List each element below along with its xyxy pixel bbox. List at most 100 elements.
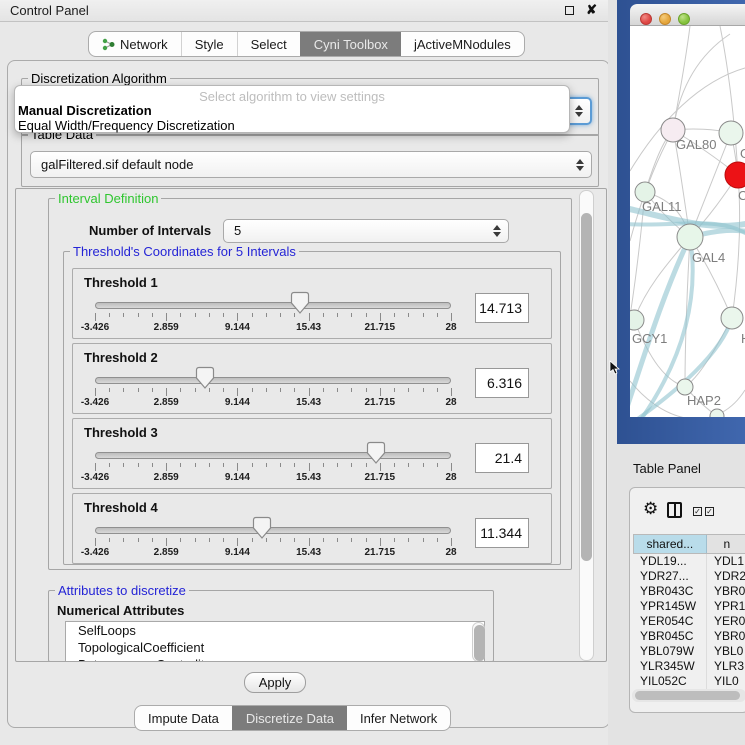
algorithm-dropdown-popup: Select algorithm to view settings Manual…: [14, 85, 570, 133]
close-traffic-light-icon[interactable]: [640, 13, 652, 25]
network-node-selected-red-node[interactable]: [725, 162, 745, 188]
minimize-traffic-light-icon[interactable]: [659, 13, 671, 25]
num-intervals-value: 5: [234, 223, 241, 238]
panel-vertical-scrollbar[interactable]: [579, 190, 594, 661]
table-row[interactable]: YPR145WYPR1: [633, 599, 745, 614]
close-icon[interactable]: ✘: [586, 2, 597, 18]
attribute-list-item[interactable]: SelfLoops: [66, 622, 484, 639]
network-edge[interactable]: [673, 26, 690, 130]
table-data-combo[interactable]: galFiltered.sif default node: [30, 151, 592, 178]
table-panel-title: Table Panel: [633, 461, 701, 476]
table-column-header[interactable]: n: [707, 535, 745, 553]
slider-tick: [408, 388, 409, 392]
slider-tick: [237, 313, 238, 321]
slider-track[interactable]: [95, 377, 451, 384]
table-column-header[interactable]: shared...: [634, 535, 707, 553]
slider-thumb[interactable]: [252, 516, 272, 540]
network-node-node-top-right[interactable]: [719, 121, 743, 145]
table-row[interactable]: YIL052CYIL0: [633, 674, 745, 689]
split-columns-icon[interactable]: [667, 502, 682, 518]
attribute-list-item[interactable]: BetweennessCentrality: [66, 656, 484, 662]
threshold-value-input[interactable]: [475, 293, 529, 323]
zoom-traffic-light-icon[interactable]: [678, 13, 690, 25]
slider-tick-label: 15.43: [279, 397, 339, 408]
slider-tick: [380, 388, 381, 396]
attributes-group-label: Attributes to discretize: [55, 583, 189, 598]
slider-tick-label: 21.715: [350, 547, 410, 558]
tab-impute-data[interactable]: Impute Data: [135, 706, 232, 730]
tab-discretize-data[interactable]: Discretize Data: [232, 706, 347, 730]
slider-thumb[interactable]: [290, 291, 310, 315]
combo-stepper-icon: [493, 225, 501, 237]
table-horizontal-scrollbar[interactable]: [632, 689, 745, 702]
network-node-gal4[interactable]: [677, 224, 703, 250]
table-row[interactable]: YBL079WYBL0: [633, 644, 745, 659]
network-node-gcy1[interactable]: [630, 310, 644, 330]
slider-tick: [351, 388, 352, 392]
network-edge[interactable]: [720, 26, 738, 175]
threshold-label: Threshold 1: [84, 275, 158, 290]
slider-tick-label: 15.43: [279, 322, 339, 333]
num-intervals-label: Number of Intervals: [89, 223, 211, 238]
slider-tick: [109, 388, 110, 392]
algorithm-option[interactable]: Equal Width/Frequency Discretization: [15, 118, 569, 133]
slider-tick: [366, 538, 367, 542]
slider-tick: [351, 463, 352, 467]
table-row[interactable]: YER054CYER0: [633, 614, 745, 629]
float-window-icon[interactable]: [565, 6, 574, 15]
thresholds-group: Threshold's Coordinates for 5 Intervals …: [63, 251, 561, 565]
tab-jactivemnodules[interactable]: jActiveMNodules: [401, 32, 524, 56]
slider-tick-label: 28: [421, 472, 481, 483]
table-row[interactable]: YBR043CYBR0: [633, 584, 745, 599]
threshold-value-input[interactable]: [475, 518, 529, 548]
checkbox-icon[interactable]: ✓: [693, 507, 702, 516]
checkbox-icon[interactable]: ✓: [705, 507, 714, 516]
threshold-value-input[interactable]: [475, 443, 529, 473]
slider-tick: [451, 388, 452, 396]
slider-track[interactable]: [95, 527, 451, 534]
slider-tick: [309, 388, 310, 396]
network-window-titlebar[interactable]: [630, 4, 745, 26]
slider-tick: [437, 463, 438, 467]
num-intervals-combo[interactable]: 5: [223, 219, 509, 243]
slider-tick: [252, 463, 253, 467]
slider-thumb[interactable]: [366, 441, 386, 465]
interval-definition-group-label: Interval Definition: [55, 191, 161, 206]
network-node-node-right-mid[interactable]: [721, 307, 743, 329]
slider-tick: [123, 313, 124, 317]
numerical-attributes-list[interactable]: SelfLoopsTopologicalCoefficientBetweenne…: [65, 621, 485, 662]
combo-stepper-icon: [576, 159, 584, 171]
tab-select[interactable]: Select: [237, 32, 300, 56]
threshold-value-input[interactable]: [475, 368, 529, 398]
apply-button[interactable]: Apply: [244, 672, 306, 693]
network-node-node-bottom[interactable]: [710, 409, 724, 417]
slider-tick: [166, 313, 167, 321]
slider-tick: [138, 538, 139, 542]
algorithm-option[interactable]: Manual Discretization: [15, 103, 569, 118]
attribute-list-item[interactable]: TopologicalCoefficient: [66, 639, 484, 656]
slider-tick: [237, 538, 238, 546]
tab-infer-network[interactable]: Infer Network: [347, 706, 450, 730]
table-row[interactable]: YLR345WYLR3: [633, 659, 745, 674]
network-view-canvas[interactable]: GAL80GACGAL11GAL4GCY1HHAP2: [630, 26, 745, 417]
slider-tick: [294, 538, 295, 542]
attributes-list-scrollbar[interactable]: [472, 622, 485, 662]
slider-tick-label: 9.144: [207, 472, 267, 483]
tab-style[interactable]: Style: [181, 32, 237, 56]
slider-track[interactable]: [95, 452, 451, 459]
tab-network[interactable]: Network: [89, 32, 181, 56]
slider-tick: [180, 313, 181, 317]
slider-tick: [323, 388, 324, 392]
table-row[interactable]: YDL19...YDL1: [633, 554, 745, 569]
slider-thumb[interactable]: [195, 366, 215, 390]
gear-icon[interactable]: ⚙: [643, 500, 658, 517]
table-row[interactable]: YBR045CYBR0: [633, 629, 745, 644]
control-panel: Control Panel ✘ NetworkStyleSelectCyni T…: [0, 0, 617, 745]
table-row[interactable]: YDR27...YDR2: [633, 569, 745, 584]
mouse-cursor: [609, 360, 620, 376]
numerical-attributes-label: Numerical Attributes: [57, 603, 184, 618]
attributes-group: Attributes to discretize Numerical Attri…: [48, 590, 494, 662]
tab-cyni-toolbox[interactable]: Cyni Toolbox: [300, 32, 401, 56]
slider-tick: [451, 313, 452, 321]
slider-track[interactable]: [95, 302, 451, 309]
